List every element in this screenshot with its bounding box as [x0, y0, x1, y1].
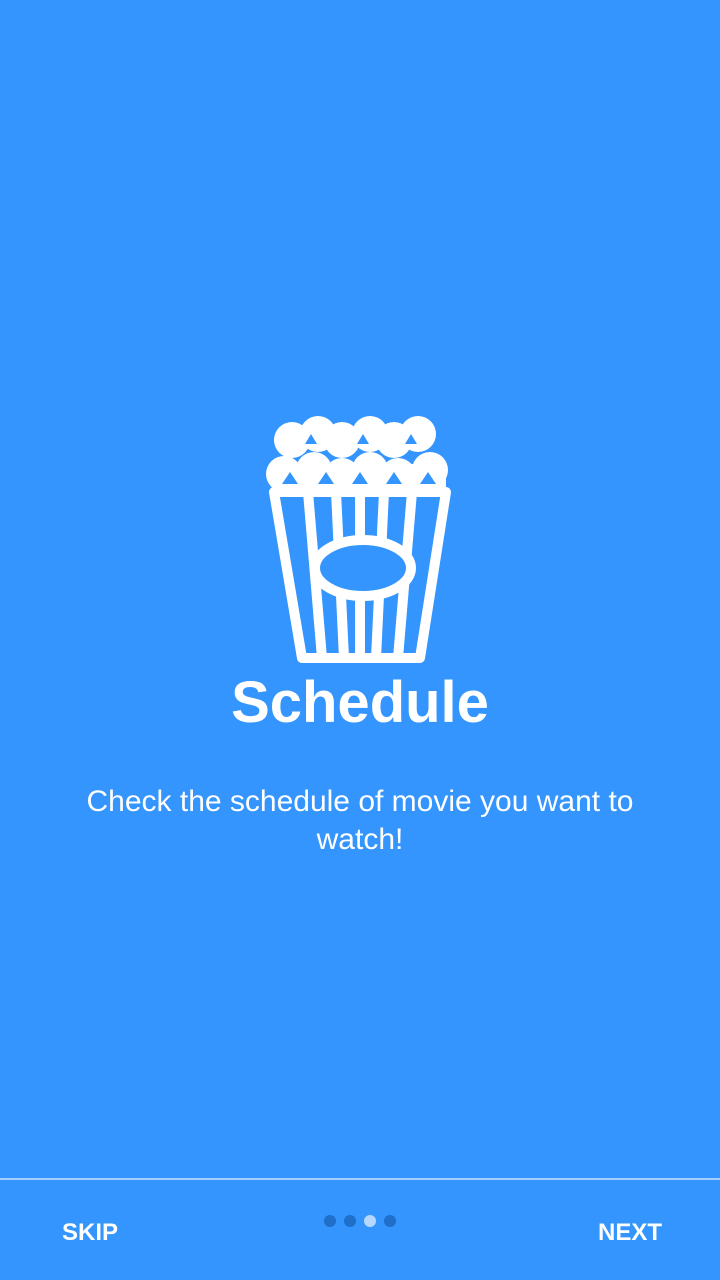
page-indicator-dot	[324, 1215, 336, 1227]
footer-divider	[0, 1178, 720, 1180]
popcorn-icon	[266, 416, 451, 663]
skip-button[interactable]: SKIP	[62, 1208, 118, 1258]
page-indicator-dot	[344, 1215, 356, 1227]
next-button[interactable]: NEXT	[598, 1208, 662, 1258]
page-description: Check the schedule of movie you want to …	[86, 785, 634, 856]
page-indicator	[320, 1215, 400, 1229]
onboarding-screen: Schedule Check the schedule of movie you…	[0, 0, 720, 1280]
page-title: Schedule	[231, 670, 489, 735]
page-indicator-dot	[364, 1215, 376, 1227]
page-indicator-dot	[384, 1215, 396, 1227]
